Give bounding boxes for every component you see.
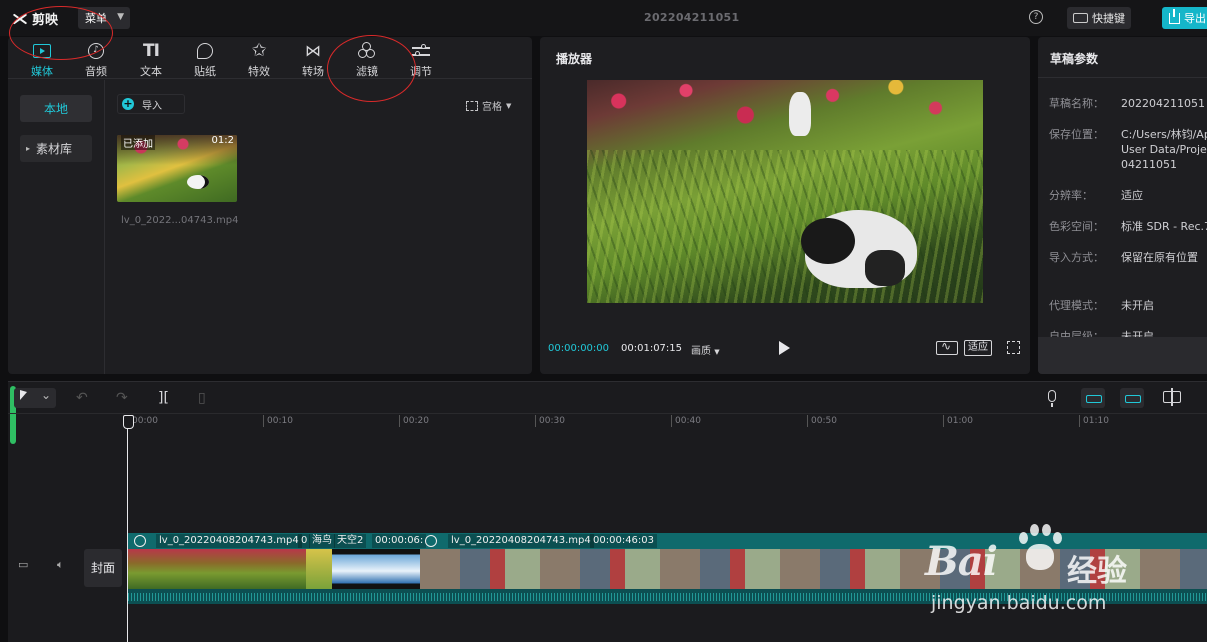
export-button[interactable]: 导出 (1162, 7, 1207, 29)
keyboard-icon (1073, 13, 1088, 23)
added-badge: 已添加 (121, 135, 155, 150)
view-mode-label: 宫格 (482, 102, 502, 113)
sidebar-item-local[interactable]: 本地 (20, 95, 92, 122)
clip-name: 天空2 (334, 534, 367, 548)
speed-icon (425, 535, 437, 547)
main-track-magnet-toggle[interactable] (1081, 388, 1105, 408)
tab-text[interactable]: TI 文本 (126, 40, 176, 78)
white-statue (789, 92, 811, 136)
divider (1038, 77, 1207, 78)
import-button[interactable]: + 导入 (117, 94, 185, 114)
link-toggle[interactable] (1120, 388, 1144, 408)
fullscreen-icon[interactable] (1007, 341, 1020, 354)
play-icon[interactable] (779, 341, 790, 355)
video-track-icon[interactable]: ▭ (18, 558, 28, 571)
panda-figure (187, 175, 209, 189)
adjust-icon (412, 44, 430, 58)
grid-icon (466, 100, 478, 111)
panda-statue (801, 210, 917, 288)
watermark-url: jingyan.baidu.com (931, 592, 1107, 614)
preview-axis-icon[interactable] (1163, 388, 1181, 406)
watermark-cn: 经验 (1067, 554, 1127, 589)
effect-icon: ✩ (251, 40, 267, 61)
chevron-down-icon: ▼ (117, 12, 124, 22)
top-bar: 剪映 菜单 ▼ 202204211051 ? 快捷键 导出 (0, 0, 1207, 36)
tab-effect[interactable]: ✩ 特效 (234, 40, 284, 79)
quality-dropdown[interactable]: 画质 ▼ (691, 342, 720, 357)
playhead[interactable] (123, 415, 134, 642)
waveform-icon[interactable] (936, 339, 958, 355)
plus-icon: + (122, 97, 134, 110)
flower-bed (587, 80, 983, 150)
clip-name: lv_0_20220408204743.mp4 (448, 534, 594, 548)
media-duration: 01:2 (211, 135, 234, 146)
delete-icon[interactable]: ▯ (198, 390, 206, 406)
media-filename: lv_0_2022...04743.mp4 (121, 215, 239, 226)
player-title: 播放器 (556, 52, 593, 66)
timeline-toolbar: ↶ ↷ ][ ▯ (8, 382, 1207, 414)
watermark-brand: Bai (925, 538, 998, 585)
fit-ratio-button[interactable]: 适应 (964, 340, 992, 356)
help-icon[interactable]: ? (1029, 10, 1043, 24)
speaker-icon[interactable]: 🔈︎ (57, 558, 64, 572)
annotation-circle (9, 6, 113, 60)
speed-icon (134, 535, 146, 547)
export-icon (1169, 8, 1180, 24)
media-panel: 媒体 ♪ 音频 TI 文本 贴纸 ✩ 特效 ⋈ 转场 滤镜 调节 本地 ▸ 素材… (8, 37, 532, 374)
annotation-circle (327, 35, 416, 102)
chevron-down-icon: ▼ (714, 348, 720, 356)
cover-button[interactable]: 封面 (84, 549, 122, 587)
shortcut-label: 快捷键 (1092, 12, 1125, 25)
text-icon: TI (143, 41, 160, 61)
current-time: 00:00:00:00 (548, 343, 610, 354)
import-label: 导入 (142, 100, 162, 112)
media-thumbnail[interactable]: 已添加 01:2 (117, 135, 237, 202)
frame-garden (128, 549, 306, 589)
view-mode-toggle[interactable]: 宫格 ▼ (466, 98, 511, 113)
clip-name: 海鸟 (309, 534, 335, 548)
document-title: 202204211051 (644, 11, 740, 24)
export-label: 导出 (1184, 12, 1206, 25)
draft-title: 草稿参数 (1050, 52, 1099, 66)
undo-icon[interactable]: ↶ (76, 390, 88, 406)
frame-seabird (306, 549, 332, 589)
clip-name: lv_0_20220408204743.mp4 (156, 534, 302, 548)
chevron-down-icon: ▼ (506, 101, 512, 110)
tab-sticker[interactable]: 贴纸 (180, 40, 230, 78)
redo-icon[interactable]: ↷ (116, 390, 128, 406)
clip-duration: 00:00:06: (372, 534, 427, 548)
sidebar-item-library[interactable]: 素材库 (20, 135, 92, 162)
paw-icon (1017, 524, 1063, 582)
grass-field (587, 150, 983, 303)
microphone-icon[interactable] (1048, 390, 1056, 407)
draft-footer (1038, 337, 1207, 374)
split-clip-icon[interactable]: ][ (158, 390, 169, 406)
transition-icon: ⋈ (305, 41, 321, 60)
media-sidebar: 本地 素材库 (8, 80, 105, 374)
player-panel: 播放器 00:00:00:00 00:01:07:15 画质 ▼ 适应 (540, 37, 1030, 374)
sticker-icon (197, 43, 213, 59)
time-ruler[interactable]: 00:00 00:10 00:20 00:30 00:40 00:50 01:0… (128, 415, 1207, 429)
total-time: 00:01:07:15 (621, 343, 683, 354)
clip-duration: 00:00:46:03 (590, 534, 658, 548)
shortcut-button[interactable]: 快捷键 (1067, 7, 1131, 29)
select-tool-button[interactable] (14, 388, 56, 408)
frame-sky (332, 549, 420, 589)
video-preview[interactable] (587, 80, 983, 303)
draft-params-panel: 草稿参数 草稿名称： 202204211051 保存位置： C:/Users/林… (1038, 37, 1207, 374)
